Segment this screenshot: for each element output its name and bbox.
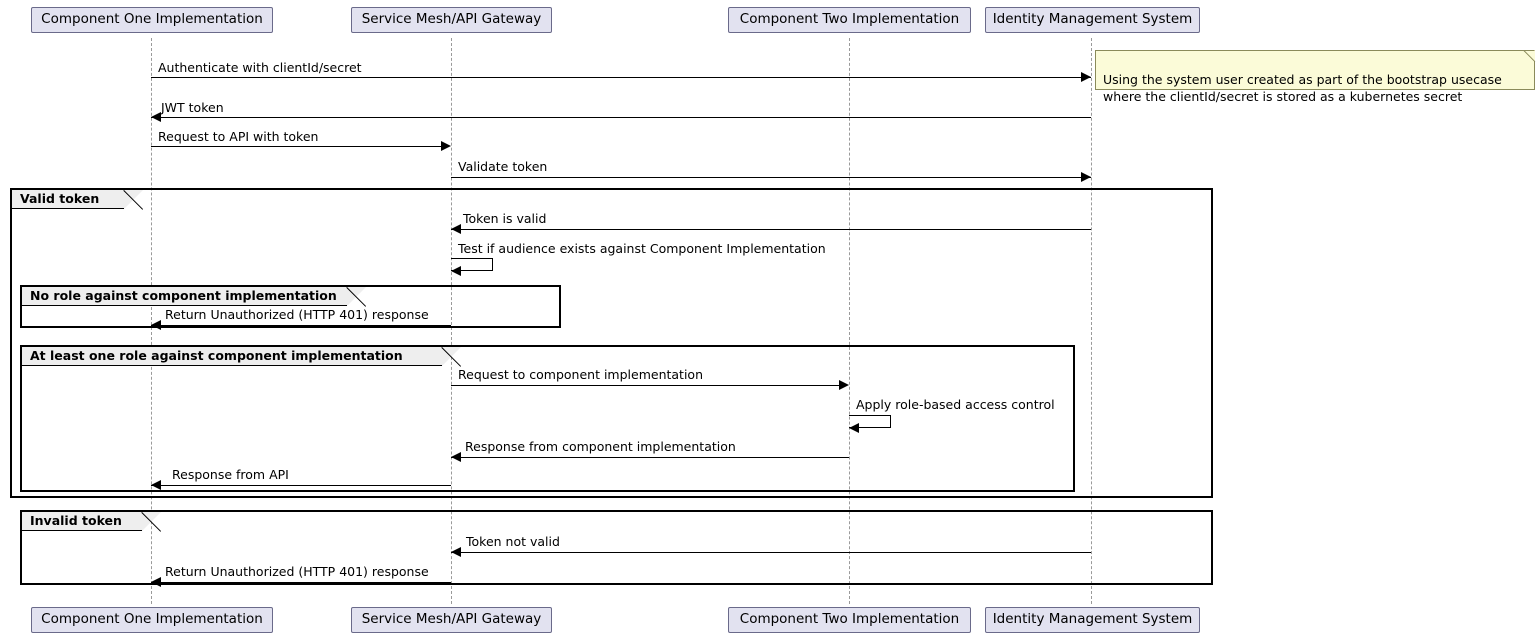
arrow-head-response-component	[451, 452, 461, 462]
message-label-response-component: Response from component implementation	[465, 439, 736, 454]
participant-label: Component One Implementation	[41, 11, 263, 28]
arrow-head-apply-rbac	[849, 423, 859, 433]
message-line-response-component	[451, 457, 849, 458]
message-line-response-api	[151, 485, 451, 486]
participant-component-two-bottom[interactable]: Component Two Implementation	[728, 607, 971, 633]
participant-service-mesh-top[interactable]: Service Mesh/API Gateway	[351, 7, 552, 33]
participant-identity-management-top[interactable]: Identity Management System	[985, 7, 1200, 33]
participant-identity-management-bottom[interactable]: Identity Management System	[985, 607, 1200, 633]
participant-service-mesh-bottom[interactable]: Service Mesh/API Gateway	[351, 607, 552, 633]
fragment-label-no-role: No role against component implementation	[22, 287, 347, 306]
message-label-token-not-valid: Token not valid	[466, 534, 560, 549]
fragment-label-at-least-one-role: At least one role against component impl…	[22, 347, 442, 366]
message-label-test-audience: Test if audience exists against Componen…	[458, 241, 826, 256]
message-label-unauthorized-no-role: Return Unauthorized (HTTP 401) response	[165, 307, 429, 322]
message-label-validate-token: Validate token	[458, 159, 548, 174]
arrow-head-token-not-valid	[451, 547, 461, 557]
participant-label: Service Mesh/API Gateway	[361, 11, 542, 28]
arrow-head-token-is-valid	[451, 224, 461, 234]
participant-label: Service Mesh/API Gateway	[361, 611, 542, 628]
arrow-head-jwt-token	[151, 112, 161, 122]
message-label-jwt-token: JWT token	[161, 100, 224, 115]
message-line-token-not-valid	[451, 552, 1091, 553]
fragment-label-valid-token: Valid token	[12, 190, 124, 209]
fragment-label-invalid-token: Invalid token	[22, 512, 142, 531]
fragment-tab-text: At least one role against component impl…	[30, 347, 403, 363]
participant-component-one-bottom[interactable]: Component One Implementation	[31, 607, 273, 633]
note-bootstrap-usecase: Using the system user created as part of…	[1095, 50, 1535, 104]
arrow-head-test-audience	[451, 266, 461, 276]
message-line-token-is-valid	[451, 229, 1091, 230]
message-label-request-api: Request to API with token	[158, 129, 319, 144]
arrow-head-unauthorized-no-role	[151, 320, 161, 330]
message-label-response-api: Response from API	[172, 467, 289, 482]
participant-label: Identity Management System	[992, 611, 1193, 628]
participant-component-one-top[interactable]: Component One Implementation	[31, 7, 273, 33]
participant-label: Component Two Implementation	[739, 11, 960, 28]
arrow-head-response-api	[151, 480, 161, 490]
participant-label: Component Two Implementation	[739, 611, 960, 628]
participant-label: Component One Implementation	[41, 611, 263, 628]
participant-label: Identity Management System	[992, 11, 1193, 28]
message-line-unauthorized-no-role	[151, 325, 451, 326]
message-label-apply-rbac: Apply role-based access control	[856, 397, 1055, 412]
fragment-tab-text: No role against component implementation	[30, 287, 337, 303]
participant-component-two-top[interactable]: Component Two Implementation	[728, 7, 971, 33]
message-label-token-is-valid: Token is valid	[463, 211, 547, 226]
arrow-head-unauthorized-invalid	[151, 577, 161, 587]
message-label-authenticate: Authenticate with clientId/secret	[158, 60, 362, 75]
sequence-diagram-canvas: Component One Implementation Service Mes…	[0, 0, 1539, 640]
message-line-validate-token	[451, 177, 1091, 178]
note-text: Using the system user created as part of…	[1103, 71, 1502, 104]
message-label-request-component: Request to component implementation	[458, 367, 704, 382]
arrow-head-request-component	[839, 380, 849, 390]
fragment-tab-text: Invalid token	[30, 512, 122, 528]
message-line-request-component	[451, 385, 839, 386]
arrow-head-authenticate	[1081, 72, 1091, 82]
arrow-head-validate-token	[1081, 172, 1091, 182]
arrow-head-request-api	[441, 141, 451, 151]
message-line-jwt-token	[151, 117, 1091, 118]
message-line-authenticate	[151, 77, 1091, 78]
fragment-tab-text: Valid token	[20, 190, 100, 206]
message-line-request-api	[151, 146, 441, 147]
message-line-unauthorized-invalid	[151, 582, 451, 583]
message-label-unauthorized-invalid: Return Unauthorized (HTTP 401) response	[165, 564, 429, 579]
